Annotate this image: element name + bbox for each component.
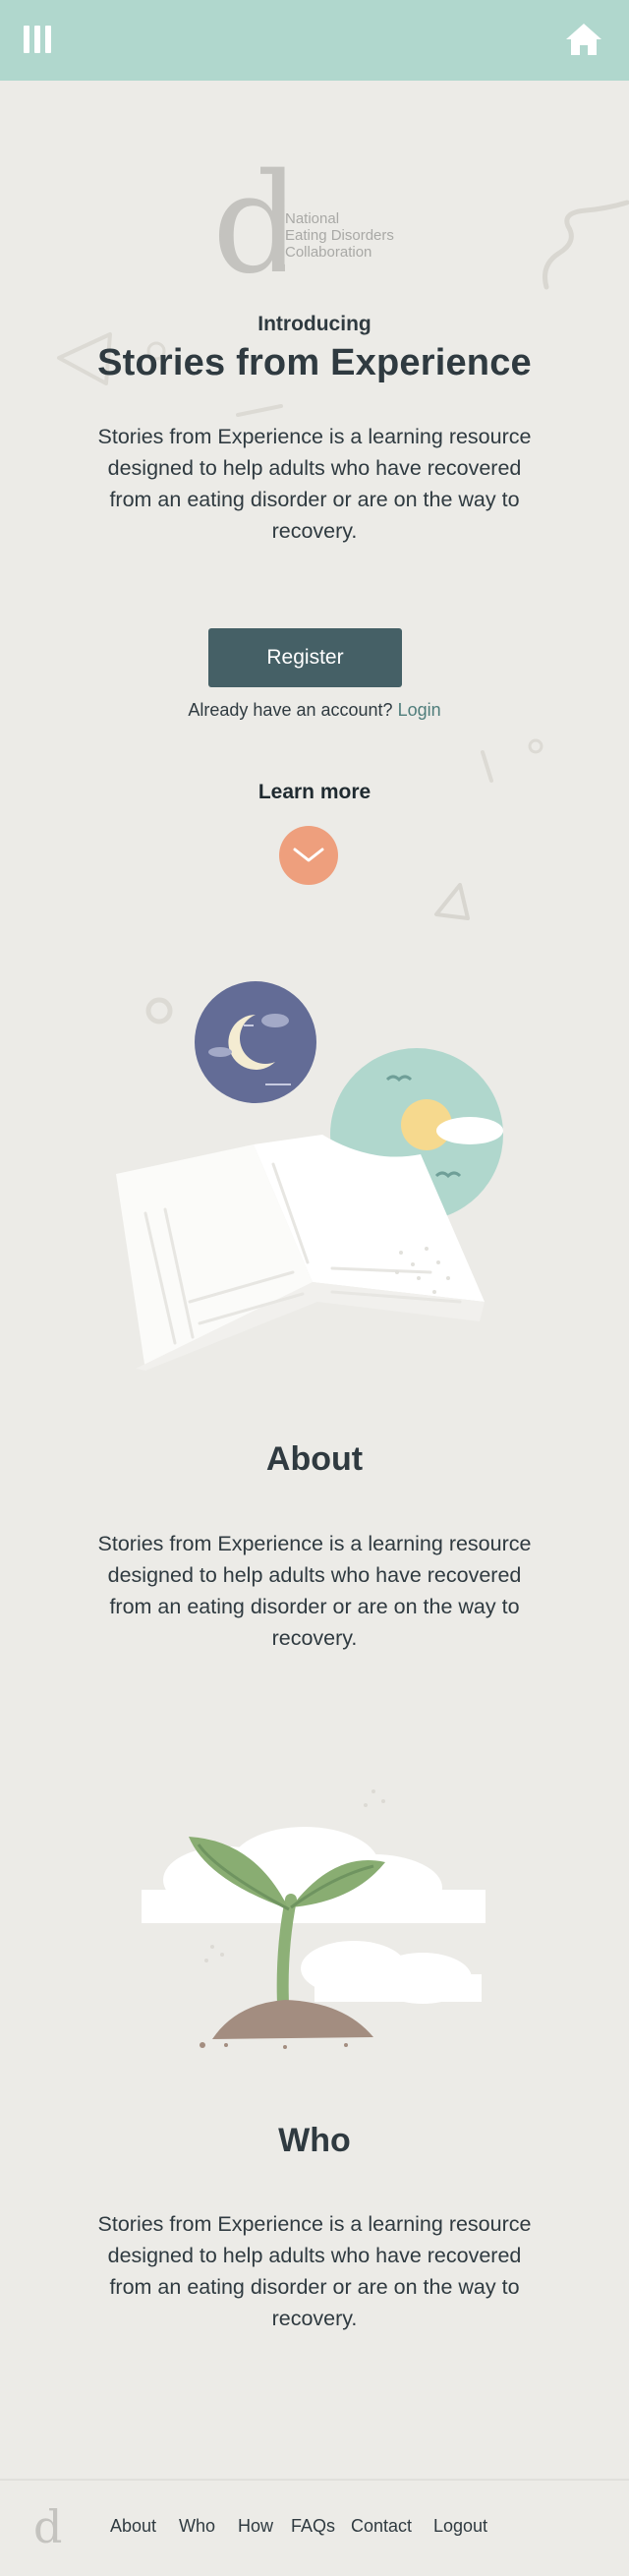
menu-button[interactable] xyxy=(24,26,53,55)
hero-description: Stories from Experience is a learning re… xyxy=(97,425,532,543)
footer-nav: About Who How FAQs Contact Logout xyxy=(0,2516,629,2542)
menu-bar-right xyxy=(45,26,51,53)
logo-line-1: National xyxy=(285,210,340,227)
chevron-down-icon xyxy=(293,848,324,862)
footer-link-about[interactable]: About xyxy=(110,2516,156,2537)
who-description: Stories from Experience is a learning re… xyxy=(97,2212,532,2330)
home-button[interactable] xyxy=(564,22,603,57)
squiggle-decoration xyxy=(543,200,629,290)
footer-link-how[interactable]: How xyxy=(238,2516,273,2537)
account-prompt-text: Already have an account? xyxy=(188,700,393,720)
menu-bar-middle xyxy=(34,26,40,53)
learn-more-label: Learn more xyxy=(257,781,372,803)
logo-wordmark: National Eating Disorders Collaboration xyxy=(285,210,394,261)
triangle-decoration xyxy=(434,883,470,920)
logo-line-3: Collaboration xyxy=(285,244,372,261)
footer-link-who[interactable]: Who xyxy=(179,2516,215,2537)
line-decoration xyxy=(481,750,493,783)
ndc-logo: d National Eating Disorders Collaboratio… xyxy=(212,145,429,305)
home-icon xyxy=(566,24,601,55)
footer-link-logout[interactable]: Logout xyxy=(433,2516,487,2537)
logo-line-2: Eating Disorders xyxy=(285,227,394,244)
page-title: Stories from Experience xyxy=(97,342,532,383)
who-title: Who xyxy=(278,2122,351,2159)
top-header xyxy=(0,0,629,81)
logo-mark: d xyxy=(212,145,301,305)
login-link[interactable]: Login xyxy=(398,700,441,720)
footer-link-faqs[interactable]: FAQs xyxy=(291,2516,335,2537)
hero-kicker: Introducing xyxy=(257,313,372,335)
logo-letter: d xyxy=(212,161,285,279)
footer-divider xyxy=(0,2479,629,2481)
learn-more-button[interactable] xyxy=(279,826,338,885)
about-description: Stories from Experience is a learning re… xyxy=(97,1532,532,1650)
login-prompt: Already have an account? Login xyxy=(0,700,629,721)
menu-bars-icon xyxy=(24,26,29,53)
register-button[interactable]: Register xyxy=(208,628,402,687)
circle-decoration xyxy=(528,738,543,754)
plant-illustration xyxy=(142,1789,486,2049)
line-decoration xyxy=(236,404,283,417)
footer-link-contact[interactable]: Contact xyxy=(351,2516,412,2537)
header-torn-edge xyxy=(0,69,629,81)
about-title: About xyxy=(265,1440,364,1478)
book-illustration xyxy=(116,981,503,1371)
